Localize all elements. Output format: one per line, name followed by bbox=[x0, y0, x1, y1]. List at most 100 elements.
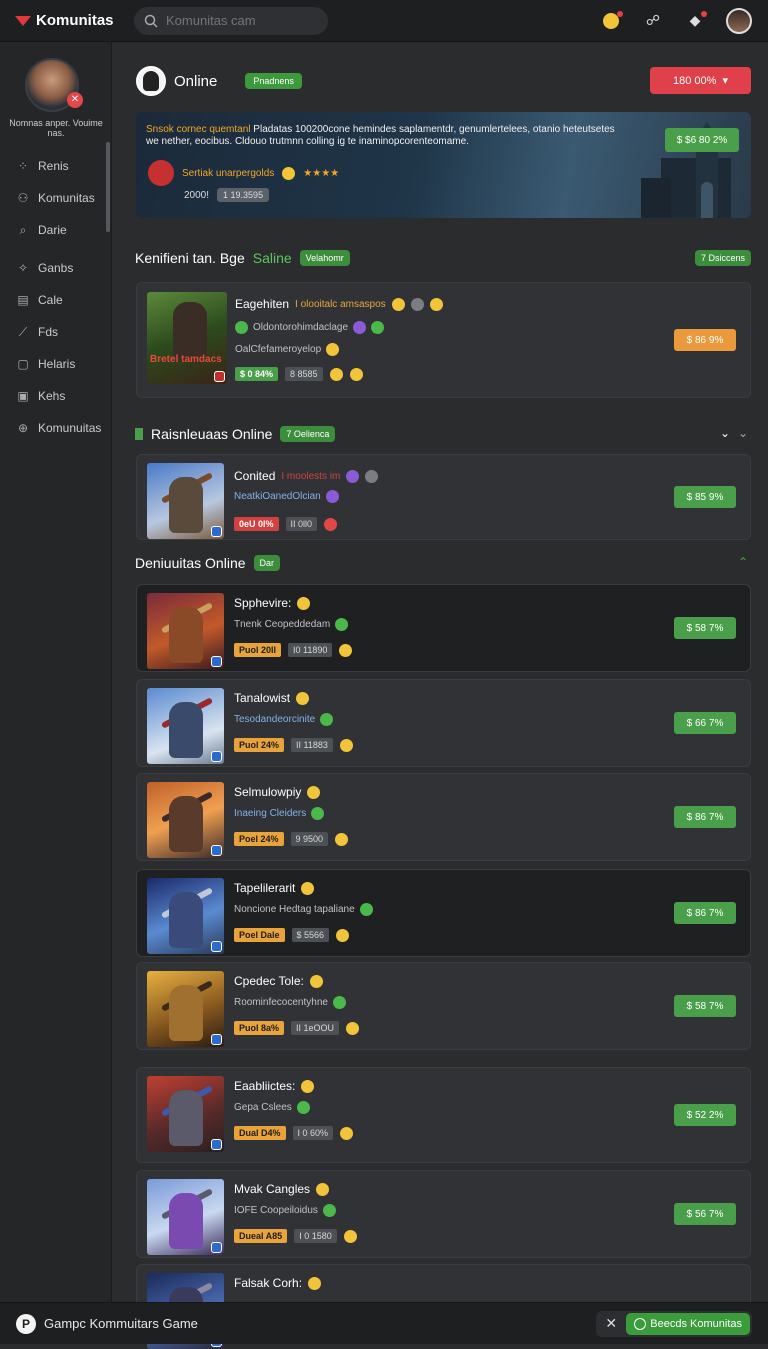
card-title: Cpedec Tole: bbox=[234, 974, 304, 988]
list-card[interactable]: Mvak Cangles IOFE Coopeiloidus Dueal A85 I … bbox=[136, 1170, 751, 1258]
section-pill[interactable]: 7 Oelienca bbox=[280, 426, 336, 442]
featured-art-label: Bretel tamdacs bbox=[150, 354, 222, 365]
community-button[interactable]: Beecds Komunitas bbox=[626, 1312, 750, 1335]
card-line: Noncione Hedtag tapaliane bbox=[234, 904, 355, 915]
logo-icon bbox=[15, 15, 31, 26]
card-action-button[interactable]: $ 86 7% bbox=[674, 806, 736, 828]
avatar[interactable] bbox=[726, 7, 752, 34]
status-icon bbox=[335, 618, 349, 631]
card-action-button[interactable]: $ 58 7% bbox=[674, 995, 736, 1017]
card-action-button[interactable]: $ 85 9% bbox=[674, 486, 736, 508]
chevron-down-icon: ▾ bbox=[722, 75, 728, 87]
badge-icon bbox=[211, 941, 222, 952]
card-action-button[interactable]: $ 56 7% bbox=[674, 1203, 736, 1225]
app-logo[interactable]: Komunitas bbox=[14, 12, 126, 29]
sidebar: ✕ Nomnas anper. Vouime nas. ⁘ Renis ⚇ Komun… bbox=[0, 42, 112, 1302]
emoji-icon bbox=[339, 643, 353, 657]
people-icon: ⚇ bbox=[17, 191, 29, 205]
main-content: Online Pnadnens 180 00% ▾ Snsok cornec q… bbox=[112, 42, 768, 1349]
card-line: IOFE Coopeiloidus bbox=[234, 1205, 318, 1216]
item-thumbnail bbox=[147, 688, 224, 764]
sidebar-item[interactable]: ✧ Ganbs bbox=[0, 252, 106, 284]
section-pill[interactable]: Dar bbox=[253, 555, 281, 571]
card-tag: Dual D4% bbox=[234, 1126, 286, 1140]
card-title: Eagehiten bbox=[235, 297, 290, 311]
online-avatar[interactable] bbox=[136, 66, 166, 96]
emoji-icon bbox=[339, 738, 353, 752]
card-tag: I0 11890 bbox=[288, 643, 333, 657]
card-tag: I 0 1580 bbox=[294, 1229, 337, 1243]
search-input[interactable] bbox=[166, 13, 306, 28]
list-card[interactable]: Spphevire: Tnenk Ceopeddedam Puol 20ll I0 1… bbox=[136, 584, 751, 672]
red-action-button[interactable]: 180 00% ▾ bbox=[650, 67, 751, 94]
card-action-button[interactable]: $ 86 9% bbox=[674, 329, 736, 351]
sidebar-item[interactable]: ⁘ Renis bbox=[0, 150, 106, 182]
search-box[interactable] bbox=[134, 6, 328, 35]
banner-button[interactable]: $ $6 80 2% bbox=[665, 128, 739, 152]
badge-icon bbox=[214, 371, 225, 382]
list-card[interactable]: Cpedec Tole: Roominfecocentyhne Puol 8a% II… bbox=[136, 962, 751, 1050]
list-card[interactable]: Eaabliictes: Gepa Cslees Dual D4% I 0 60% $ … bbox=[136, 1067, 751, 1163]
sidebar-item[interactable]: ⟋ Fds bbox=[0, 316, 106, 348]
sidebar-item-label: Komunitas bbox=[38, 191, 95, 205]
chat-icon[interactable]: ☍ bbox=[642, 10, 664, 32]
sidebar-item[interactable]: ▤ Cale bbox=[0, 284, 106, 316]
bottom-logo-icon[interactable]: P bbox=[16, 1313, 36, 1334]
emoji-icon bbox=[296, 691, 310, 705]
banner-text: Snsok cornec quemtanl Pladatas 100200con… bbox=[146, 124, 615, 147]
list-card[interactable]: Selmulowpiy Inaeing Cleiders Poel 24% 9 950… bbox=[136, 773, 751, 861]
emoji-icon bbox=[346, 1021, 360, 1035]
badge-icon bbox=[211, 845, 222, 856]
card-line: Gepa Cslees bbox=[234, 1102, 292, 1113]
list-card[interactable]: Conited I moolests im NeatkiOanedOlcian … bbox=[136, 454, 751, 540]
sidebar-item[interactable]: ▣ Kehs bbox=[0, 380, 106, 412]
section-title: Deniuuitas Online bbox=[135, 555, 246, 571]
card-action-button[interactable]: $ 52 2% bbox=[674, 1104, 736, 1126]
list-card[interactable]: Tapelilerarit Noncione Hedtag tapaliane Po… bbox=[136, 869, 751, 957]
status-icon bbox=[311, 807, 325, 820]
sidebar-item[interactable]: ⌕ Darie bbox=[0, 214, 106, 246]
more-icon[interactable]: ⌄ bbox=[738, 426, 748, 440]
badge-icon bbox=[325, 490, 339, 503]
sidebar-item[interactable]: ⊕ Komunuitas bbox=[0, 412, 106, 444]
sidebar-item[interactable]: ▢ Helaris bbox=[0, 348, 106, 380]
emoji-icon bbox=[282, 166, 296, 180]
card-tag: II 0ll0 bbox=[285, 517, 318, 531]
featured-card[interactable]: Bretel tamdacs Eagehiten I olooitalc ams… bbox=[136, 282, 751, 398]
card-tag: 0eU 0l% bbox=[234, 517, 279, 531]
chevron-up-icon[interactable]: ⌃ bbox=[738, 555, 748, 569]
close-icon[interactable]: ✕ bbox=[596, 1315, 626, 1332]
card-title: Mvak Cangles bbox=[234, 1182, 311, 1196]
emoji-icon bbox=[349, 367, 363, 381]
bell-icon[interactable]: ◆ bbox=[684, 10, 707, 32]
image-icon: ▣ bbox=[17, 389, 29, 403]
chevron-down-icon[interactable]: ⌄ bbox=[720, 426, 730, 440]
badge-icon bbox=[211, 1139, 222, 1150]
item-thumbnail bbox=[147, 1179, 224, 1255]
badge-icon bbox=[365, 469, 379, 483]
emoji-icon bbox=[316, 1182, 330, 1196]
emoji-notification-icon[interactable] bbox=[600, 10, 623, 32]
section-pill[interactable]: Velahomr bbox=[299, 250, 350, 266]
sidebar-scrollbar[interactable] bbox=[106, 142, 110, 232]
community-button-label: Beecds Komunitas bbox=[650, 1317, 742, 1330]
sidebar-item[interactable]: ⚇ Komunitas bbox=[0, 182, 106, 214]
emoji-icon bbox=[324, 517, 338, 531]
profile-avatar[interactable]: ✕ bbox=[25, 58, 83, 112]
card-action-button[interactable]: $ 66 7% bbox=[674, 712, 736, 734]
card-tag: $ 5566 bbox=[291, 928, 330, 942]
card-title: Spphevire: bbox=[234, 596, 292, 610]
close-icon[interactable]: ✕ bbox=[67, 92, 83, 108]
card-line: NeatkiOanedOlcian bbox=[234, 491, 321, 502]
card-action-button[interactable]: $ 86 7% bbox=[674, 902, 736, 924]
card-tag: Poel Dale bbox=[234, 928, 285, 942]
emoji-icon bbox=[301, 1079, 315, 1093]
section-right-pill[interactable]: 7 Dsiccens bbox=[694, 250, 751, 266]
card-action-button[interactable]: $ 58 7% bbox=[674, 617, 736, 639]
featured-banner[interactable]: Snsok cornec quemtanl Pladatas 100200con… bbox=[136, 112, 751, 218]
list-card[interactable]: Tanalowist Tesodandeorcinite Puol 24% II 11… bbox=[136, 679, 751, 767]
card-title: Conited bbox=[234, 469, 276, 483]
online-pill[interactable]: Pnadnens bbox=[245, 73, 302, 89]
sidebar-item-label: Renis bbox=[38, 159, 69, 173]
sidebar-item-label: Ganbs bbox=[38, 261, 74, 275]
